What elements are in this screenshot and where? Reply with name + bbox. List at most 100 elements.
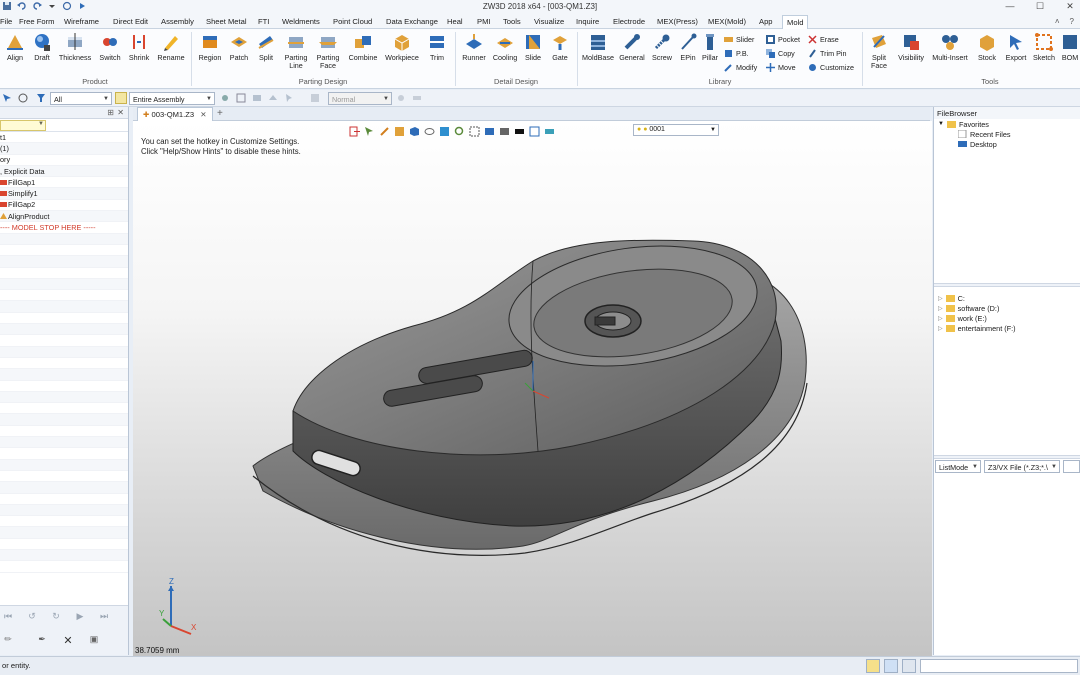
play-icon[interactable]: ▶ — [72, 611, 88, 625]
tab-point-cloud[interactable]: Point Cloud — [333, 17, 372, 26]
list-mode-combo[interactable]: ListMode ▼ — [935, 460, 981, 473]
panel-splitter[interactable] — [934, 283, 1080, 287]
moldbase-button[interactable]: MoldBase — [581, 32, 615, 62]
tree-row[interactable]: ory — [0, 155, 128, 166]
minimize-icon[interactable]: — — [1004, 1, 1016, 12]
archive-icon[interactable]: ▣ — [86, 634, 102, 648]
3d-viewport[interactable]: ● ● 0001 ▼ You can set the hotkey in Cus… — [133, 121, 932, 656]
grid-icon[interactable] — [236, 93, 246, 103]
screw-button[interactable]: Screw — [649, 32, 675, 62]
slider-button[interactable]: Slider — [724, 35, 754, 44]
cooling-button[interactable]: Cooling — [490, 32, 520, 62]
tree-row[interactable]: FillGap2 — [0, 200, 128, 212]
pb-button[interactable]: P.B. — [724, 49, 749, 58]
customize-button[interactable]: Customize — [808, 63, 854, 72]
tab-weldments[interactable]: Weldments — [282, 17, 320, 26]
sketch-button[interactable]: Sketch — [1031, 32, 1057, 62]
delete-icon[interactable]: ✕ — [60, 634, 76, 648]
tab-file[interactable]: File — [0, 17, 12, 26]
pocket-button[interactable]: Pocket — [766, 35, 800, 44]
close-icon[interactable]: ✕ — [117, 108, 124, 117]
draft-button[interactable]: Draft — [29, 32, 55, 62]
expand-icon[interactable]: ▷ — [938, 315, 943, 322]
step-forward-icon[interactable]: ↻ — [48, 611, 64, 625]
expand-icon[interactable]: ▷ — [938, 325, 943, 332]
file-type-combo[interactable]: Z3/VX File (*.Z3;*.\ ▼ — [984, 460, 1060, 473]
switch-button[interactable]: Switch — [96, 32, 124, 62]
step-back-icon[interactable]: ↺ — [24, 611, 40, 625]
render-mode-combo[interactable]: Normal ▼ — [328, 92, 392, 105]
tree-row[interactable]: AlignProduct — [0, 211, 128, 223]
tree-row[interactable]: , Explicit Data — [0, 165, 128, 178]
patch-button[interactable]: Patch — [226, 32, 252, 62]
settings-icon[interactable] — [396, 93, 406, 103]
rewind-icon[interactable]: ⏮ — [0, 611, 16, 625]
help-icon[interactable]: ? — [1070, 17, 1074, 26]
plane-icon[interactable] — [268, 93, 278, 103]
bom-button[interactable]: BOM — [1060, 32, 1080, 62]
search-field[interactable] — [1063, 460, 1080, 473]
tab-wireframe[interactable]: Wireframe — [64, 17, 99, 26]
tab-document[interactable]: ✚ 003-QM1.Z3 ✕ — [137, 107, 213, 121]
tab-sheet-metal[interactable]: Sheet Metal — [206, 17, 247, 26]
tab-mex-mold[interactable]: MEX(Mold) — [708, 17, 746, 26]
region-button[interactable]: Region — [196, 32, 224, 62]
assembly-icon[interactable] — [115, 92, 127, 104]
visibility-button[interactable]: Visibility — [895, 32, 927, 62]
collapse-ribbon-icon[interactable]: ˄ — [1055, 17, 1060, 26]
add-tab-icon[interactable]: + — [217, 108, 223, 119]
pen-icon[interactable]: ✒ — [34, 634, 50, 648]
filter-icon[interactable] — [36, 93, 46, 103]
general-button[interactable]: General — [617, 32, 647, 62]
tree-row[interactable]: FillGap1 — [0, 177, 128, 189]
move-button[interactable]: Move — [766, 63, 796, 72]
desktop-item[interactable]: Desktop — [938, 139, 1080, 149]
favorites-item[interactable]: ▼ Favorites — [938, 119, 1080, 129]
drive-item[interactable]: ▷ entertainment (F:) — [938, 323, 1016, 333]
expand-icon[interactable]: ▷ — [938, 295, 943, 302]
thickness-button[interactable]: Thickness — [56, 32, 94, 62]
gate-button[interactable]: Gate — [548, 32, 572, 62]
filter-combo[interactable]: All ▼ — [50, 92, 112, 105]
erase-button[interactable]: Erase — [808, 35, 839, 44]
tab-app[interactable]: App — [759, 17, 773, 26]
command-input[interactable] — [920, 659, 1078, 673]
drive-item[interactable]: ▷ software (D:) — [938, 303, 1016, 313]
export-button[interactable]: Export — [1003, 32, 1029, 62]
tree-row[interactable]: (1) — [0, 143, 128, 155]
tree-row[interactable]: Simplify1 — [0, 188, 128, 200]
trim-button[interactable]: Trim — [425, 32, 449, 62]
render-icon[interactable] — [310, 93, 320, 103]
tab-mold[interactable]: Mold — [782, 15, 809, 29]
maximize-icon[interactable]: ☐ — [1034, 1, 1046, 12]
tab-data-exchange[interactable]: Data Exchange — [386, 17, 438, 26]
scope-combo[interactable]: Entire Assembly ▼ — [129, 92, 215, 105]
view-mode-icon[interactable] — [902, 659, 916, 673]
workpiece-button[interactable]: Workpiece — [383, 32, 421, 62]
tab-direct-edit[interactable]: Direct Edit — [113, 17, 148, 26]
tab-inquire[interactable]: Inquire — [576, 17, 599, 26]
expand-icon[interactable]: ▷ — [938, 305, 943, 312]
pin-icon[interactable]: ⊞ — [107, 108, 114, 117]
combine-button[interactable]: Combine — [346, 32, 380, 62]
toggle-icon[interactable] — [412, 93, 422, 103]
select-mode-icon[interactable] — [866, 659, 880, 673]
split-button[interactable]: Split — [253, 32, 279, 62]
epin-button[interactable]: EPin — [677, 32, 699, 62]
tab-pmi[interactable]: PMI — [477, 17, 491, 26]
history-filter-input[interactable]: ▼ — [0, 120, 46, 131]
fast-forward-icon[interactable]: ⏭ — [96, 611, 112, 625]
tab-electrode[interactable]: Electrode — [613, 17, 645, 26]
close-icon[interactable]: ✕ — [1064, 1, 1076, 12]
align-button[interactable]: Align — [2, 32, 28, 62]
expand-icon[interactable]: ▼ — [938, 121, 944, 127]
stock-button[interactable]: Stock — [975, 32, 999, 62]
circle-select-icon[interactable] — [18, 93, 28, 103]
tab-visualize[interactable]: Visualize — [534, 17, 564, 26]
tab-mex-press[interactable]: MEX(Press) — [657, 17, 698, 26]
shape-icon[interactable] — [252, 93, 262, 103]
pillar-button[interactable]: Pillar — [700, 32, 720, 62]
modify-button[interactable]: Modify — [724, 63, 757, 72]
drive-item[interactable]: ▷ C: — [938, 293, 1016, 303]
multi-insert-button[interactable]: Multi-Insert — [930, 32, 970, 62]
